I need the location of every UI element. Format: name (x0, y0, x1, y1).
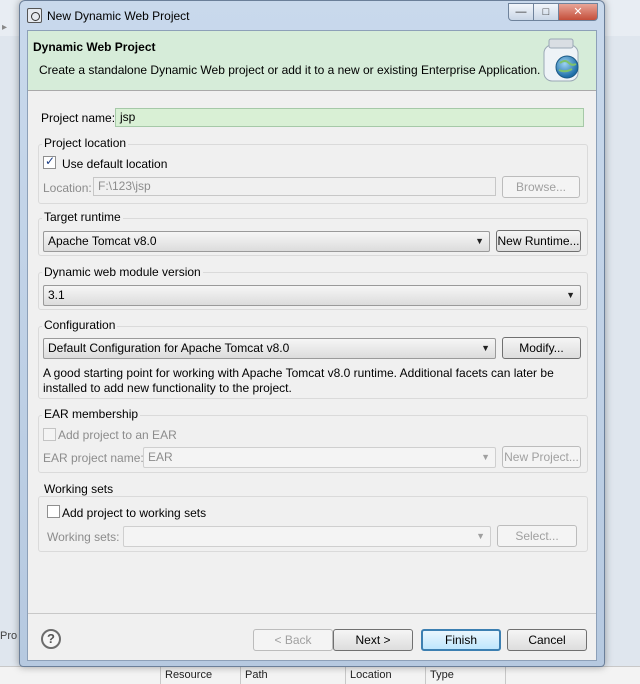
column-header-resource[interactable]: Resource (165, 669, 212, 681)
window-title: New Dynamic Web Project (47, 9, 190, 23)
dialog-client-area: Dynamic Web Project Create a standalone … (27, 30, 597, 661)
minimize-button[interactable]: — (508, 3, 534, 21)
eclipse-icon (27, 8, 42, 23)
chevron-down-icon: ▼ (481, 452, 490, 462)
column-header-path[interactable]: Path (245, 669, 268, 681)
help-icon[interactable]: ? (41, 629, 61, 649)
new-ear-project-button[interactable]: New Project... (502, 446, 581, 468)
configuration-description-line2: installed to add new functionality to th… (43, 381, 292, 395)
module-version-select[interactable]: 3.1 ▼ (43, 285, 581, 306)
configuration-title: Configuration (42, 318, 118, 332)
column-header-type[interactable]: Type (430, 669, 454, 681)
module-version-title: Dynamic web module version (42, 265, 203, 279)
chevron-down-icon: ▼ (475, 236, 484, 246)
column-separator (240, 666, 241, 684)
next-button[interactable]: Next > (333, 629, 413, 651)
ear-project-value: EAR (148, 450, 173, 464)
footer-separator (28, 613, 596, 614)
configuration-description-line1: A good starting point for working with A… (43, 366, 554, 380)
cancel-button[interactable]: Cancel (507, 629, 587, 651)
new-runtime-button[interactable]: New Runtime... (496, 230, 581, 252)
module-version-value: 3.1 (48, 288, 65, 302)
web-project-jar-icon (543, 38, 579, 82)
browse-button[interactable]: Browse... (502, 176, 580, 198)
ear-project-name-label: EAR project name: (43, 451, 144, 465)
working-sets-title: Working sets (42, 482, 116, 496)
column-separator (160, 666, 161, 684)
target-runtime-value: Apache Tomcat v8.0 (48, 234, 157, 248)
wizard-title: Dynamic Web Project (33, 40, 156, 54)
wizard-banner: Dynamic Web Project Create a standalone … (28, 31, 596, 91)
project-name-label: Project name: (41, 111, 116, 125)
chevron-down-icon: ▼ (566, 290, 575, 300)
chevron-down-icon: ▼ (481, 343, 490, 353)
use-default-location-label[interactable]: Use default location (62, 157, 167, 171)
location-input[interactable]: F:\123\jsp (93, 177, 496, 196)
configuration-select[interactable]: Default Configuration for Apache Tomcat … (43, 338, 496, 359)
location-label: Location: (43, 181, 92, 195)
column-separator (425, 666, 426, 684)
select-working-sets-button[interactable]: Select... (497, 525, 577, 547)
problems-tab-fragment[interactable]: Pro (0, 630, 17, 642)
chevron-down-icon: ▼ (476, 531, 485, 541)
column-separator (505, 666, 506, 684)
wizard-description: Create a standalone Dynamic Web project … (39, 63, 541, 77)
working-sets-select[interactable]: ▼ (123, 526, 491, 547)
problems-table-header (0, 666, 640, 684)
use-default-location-checkbox[interactable] (43, 154, 56, 169)
target-runtime-select[interactable]: Apache Tomcat v8.0 ▼ (43, 231, 490, 252)
project-location-title: Project location (42, 136, 129, 150)
close-button[interactable]: ✕ (558, 3, 598, 21)
ear-project-select[interactable]: EAR ▼ (143, 447, 496, 468)
column-header-location[interactable]: Location (350, 669, 392, 681)
title-bar[interactable]: New Dynamic Web Project — □ ✕ (20, 1, 604, 31)
new-project-dialog: New Dynamic Web Project — □ ✕ Dynamic We… (19, 0, 605, 667)
add-to-ear-checkbox[interactable] (43, 428, 56, 441)
maximize-button[interactable]: □ (533, 3, 559, 21)
add-to-working-sets-label[interactable]: Add project to working sets (62, 506, 206, 520)
add-to-working-sets-checkbox[interactable] (47, 505, 60, 518)
back-button[interactable]: < Back (253, 629, 333, 651)
finish-button[interactable]: Finish (421, 629, 501, 651)
target-runtime-title: Target runtime (42, 210, 123, 224)
column-separator (345, 666, 346, 684)
configuration-value: Default Configuration for Apache Tomcat … (48, 341, 290, 355)
ide-toolbar-icon: ▸ (2, 22, 8, 33)
project-name-input[interactable]: jsp (115, 108, 584, 127)
add-to-ear-label[interactable]: Add project to an EAR (58, 428, 177, 442)
working-sets-label: Working sets: (47, 530, 120, 544)
modify-button[interactable]: Modify... (502, 337, 581, 359)
ear-membership-title: EAR membership (42, 407, 141, 421)
